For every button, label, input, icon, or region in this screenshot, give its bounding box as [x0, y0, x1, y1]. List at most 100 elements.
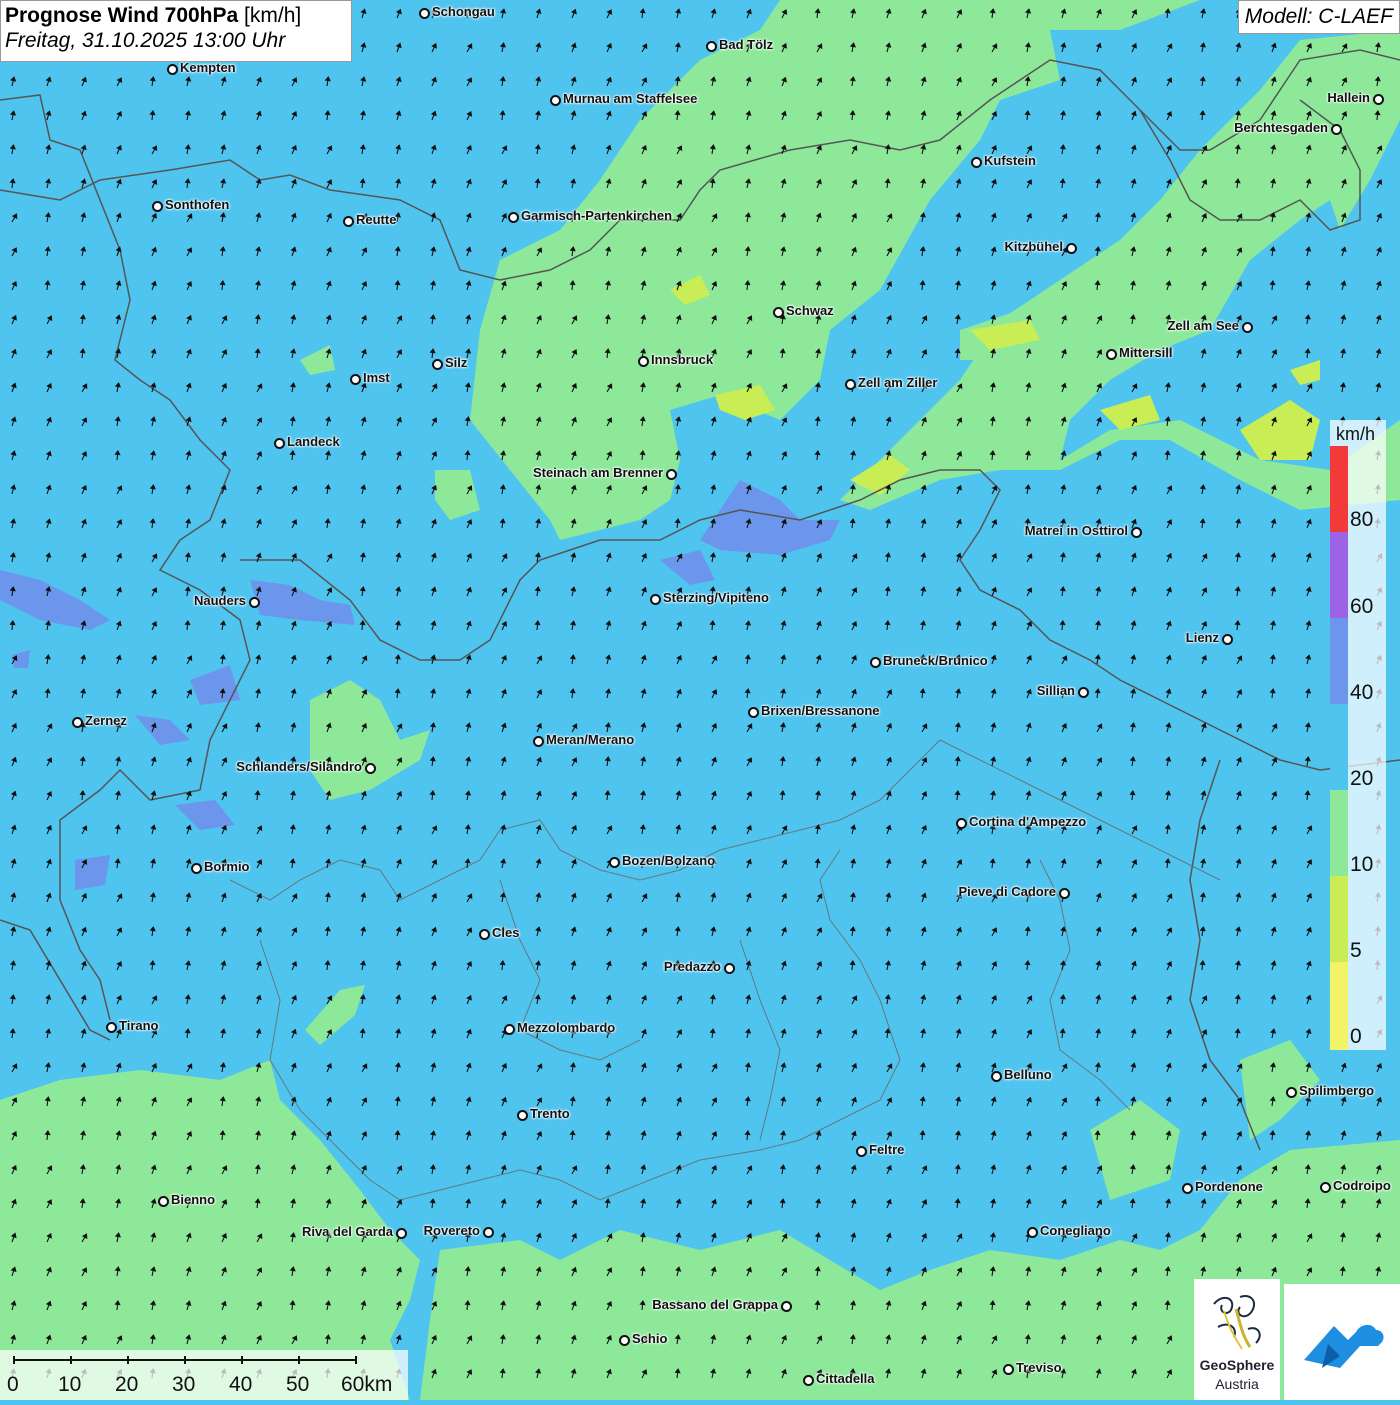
city-marker-schongau	[419, 8, 430, 19]
city-marker-codroipo	[1320, 1182, 1331, 1193]
city-marker-innsbruck	[638, 356, 649, 367]
city-marker-sterzing-vipiteno	[650, 594, 661, 605]
city-label-schio: Schio	[632, 1331, 668, 1346]
scale-label-10: 10	[58, 1373, 82, 1396]
city-label-belluno: Belluno	[1004, 1067, 1052, 1082]
city-marker-garmisch-partenkirchen	[508, 212, 519, 223]
city-marker-lienz	[1222, 634, 1233, 645]
city-marker-sillian	[1078, 687, 1089, 698]
city-marker-zell-am-ziller	[845, 379, 856, 390]
city-label-kempten: Kempten	[180, 60, 236, 75]
city-label-bormio: Bormio	[204, 859, 250, 874]
geosphere-logo[interactable]: GeoSphere Austria	[1194, 1279, 1280, 1400]
city-marker-murnau-am-staffelsee	[550, 95, 561, 106]
city-marker-nauders	[249, 597, 260, 608]
city-marker-zernez	[72, 717, 83, 728]
cloud-arrow-logo-icon[interactable]	[1284, 1284, 1400, 1400]
forecast-datetime: Freitag, 31.10.2025 13:00 Uhr	[5, 29, 286, 52]
city-label-cittadella: Cittadella	[816, 1371, 875, 1386]
city-label-codroipo: Codroipo	[1333, 1178, 1391, 1193]
city-marker-belluno	[991, 1071, 1002, 1082]
city-marker-berchtesgaden	[1331, 124, 1342, 135]
legend-bar-40-60	[1330, 618, 1348, 704]
title-box: Prognose Wind 700hPa [km/h] Freitag, 31.…	[0, 0, 352, 62]
city-marker-zell-am-see	[1242, 322, 1253, 333]
legend-tick-20: 20	[1350, 767, 1374, 790]
city-marker-rovereto	[483, 1227, 494, 1238]
city-marker-bruneck-brunico	[870, 657, 881, 668]
city-label-tirano: Tirano	[119, 1018, 159, 1033]
city-label-nauders: Nauders	[193, 593, 246, 608]
title-unit: [km/h]	[244, 4, 302, 27]
scale-label-30: 30	[172, 1373, 196, 1396]
geosphere-name: GeoSphere	[1199, 1357, 1275, 1373]
city-label-schwaz: Schwaz	[786, 303, 834, 318]
city-marker-cittadella	[803, 1375, 814, 1386]
city-marker-hallein	[1373, 94, 1384, 105]
legend-bar-10-20	[1330, 790, 1348, 876]
city-marker-meran-merano	[533, 736, 544, 747]
legend-bar-5-10	[1330, 876, 1348, 962]
city-label-hallein: Hallein	[1327, 90, 1370, 105]
city-label-zell-am-ziller: Zell am Ziller	[858, 375, 938, 390]
city-label-schlanders-silandro: Schlanders/Silandro	[236, 759, 362, 774]
legend-bar-over-80	[1330, 446, 1348, 532]
city-label-matrei-in-osttirol: Matrei in Osttirol	[1024, 523, 1128, 538]
city-label-bassano-del-grappa: Bassano del Grappa	[652, 1297, 778, 1312]
legend-tick-40: 40	[1350, 681, 1374, 704]
geosphere-swirl-icon	[1213, 1295, 1261, 1350]
city-label-riva-del-garda: Riva del Garda	[301, 1224, 393, 1239]
city-marker-feltre	[856, 1146, 867, 1157]
city-marker-matrei-in-osttirol	[1131, 527, 1142, 538]
city-marker-pieve-di-cadore	[1059, 888, 1070, 899]
city-label-reutte: Reutte	[356, 212, 397, 227]
city-marker-riva-del-garda	[396, 1228, 407, 1239]
city-marker-brixen-bressanone	[748, 707, 759, 718]
legend-bar-60-80	[1330, 532, 1348, 618]
city-label-garmisch-partenkirchen: Garmisch-Partenkirchen	[521, 208, 673, 223]
city-marker-steinach-am-brenner	[666, 469, 677, 480]
model-label: Modell: C-LAEF	[1237, 0, 1400, 34]
city-marker-mezzolombardo	[504, 1024, 515, 1035]
city-label-kitzb-hel: Kitzbühel	[1004, 239, 1064, 254]
city-label-bad-t-lz: Bad Tölz	[719, 37, 774, 52]
city-label-schongau: Schongau	[432, 4, 495, 19]
city-marker-schlanders-silandro	[365, 763, 376, 774]
city-marker-schio	[619, 1335, 630, 1346]
city-label-sterzing-vipiteno: Sterzing/Vipiteno	[663, 590, 769, 605]
city-label-cles: Cles	[492, 925, 520, 940]
legend-tick-60: 60	[1350, 595, 1374, 618]
city-marker-reutte	[343, 216, 354, 227]
legend-tick-80: 80	[1350, 508, 1374, 531]
city-label-silz: Silz	[445, 355, 468, 370]
city-label-kufstein: Kufstein	[984, 153, 1036, 168]
city-label-berchtesgaden: Berchtesgaden	[1234, 120, 1328, 135]
legend-tick-5: 5	[1350, 939, 1362, 962]
city-label-bruneck-brunico: Bruneck/Brunico	[883, 653, 988, 668]
title-main: Prognose Wind 700hPa	[5, 4, 239, 27]
city-label-spilimbergo: Spilimbergo	[1299, 1083, 1375, 1098]
scale-label-50: 50	[286, 1373, 310, 1396]
legend-bar-20-40	[1330, 704, 1348, 790]
city-label-imst: Imst	[363, 370, 390, 385]
scale-label-60km: 60km	[341, 1373, 393, 1396]
city-label-conegliano: Conegliano	[1040, 1223, 1111, 1238]
city-marker-bad-t-lz	[706, 41, 717, 52]
city-marker-conegliano	[1027, 1227, 1038, 1238]
city-label-pordenone: Pordenone	[1195, 1179, 1263, 1194]
city-label-treviso: Treviso	[1016, 1360, 1062, 1375]
city-marker-trento	[517, 1110, 528, 1121]
legend-tick-0: 0	[1350, 1025, 1362, 1048]
city-label-trento: Trento	[530, 1106, 570, 1121]
city-marker-predazzo	[724, 963, 735, 974]
city-label-landeck: Landeck	[287, 434, 340, 449]
city-label-sonthofen: Sonthofen	[165, 197, 230, 212]
geosphere-country: Austria	[1215, 1376, 1259, 1392]
city-marker-bienno	[158, 1196, 169, 1207]
city-marker-treviso	[1003, 1364, 1014, 1375]
city-label-cortina-d-ampezzo: Cortina d'Ampezzo	[969, 814, 1087, 829]
city-label-pieve-di-cadore: Pieve di Cadore	[958, 884, 1056, 899]
scale-label-20: 20	[115, 1373, 139, 1396]
city-marker-schwaz	[773, 307, 784, 318]
legend-tick-10: 10	[1350, 853, 1374, 876]
